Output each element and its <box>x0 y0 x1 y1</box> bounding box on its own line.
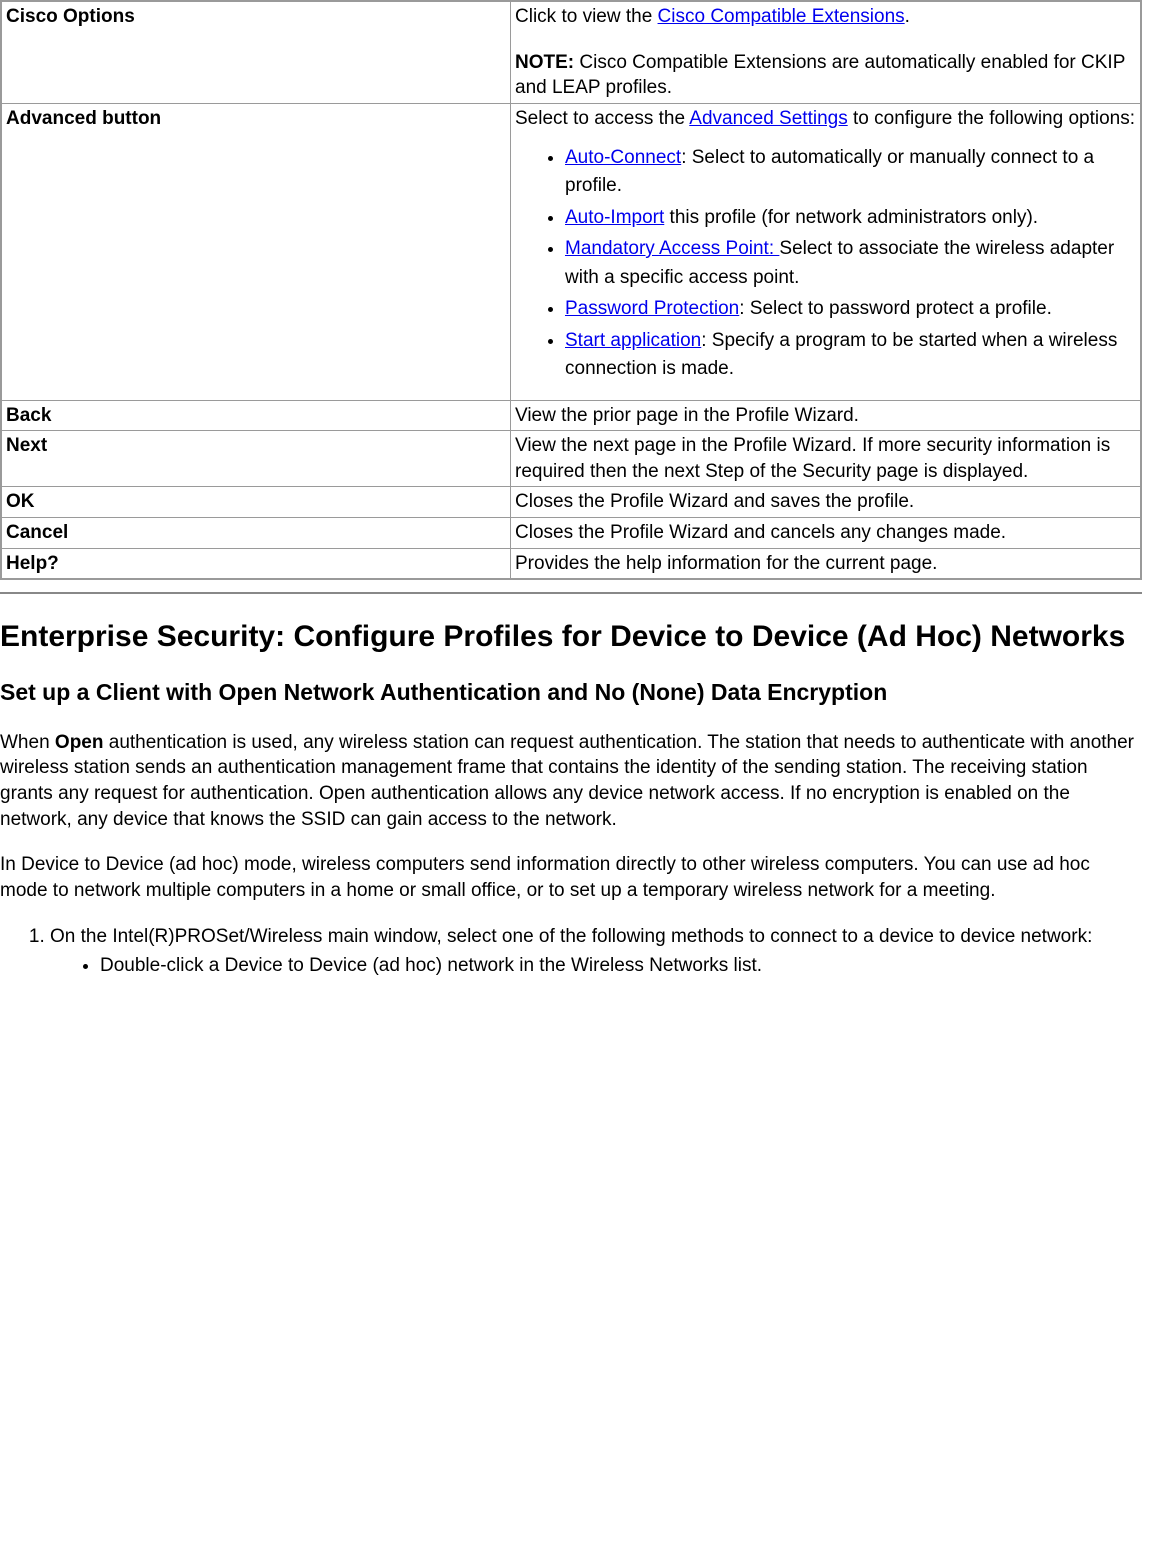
cell-label: OK <box>1 487 511 518</box>
cell-label: Cisco Options <box>1 1 511 103</box>
sub-bullets: Double-click a Device to Device (ad hoc)… <box>50 953 1142 979</box>
cisco-extensions-link[interactable]: Cisco Compatible Extensions <box>658 6 905 27</box>
desc-text: . <box>905 6 910 27</box>
section-heading: Enterprise Security: Configure Profiles … <box>0 618 1142 656</box>
mandatory-ap-link[interactable]: Mandatory Access Point: <box>565 238 779 259</box>
paragraph-open-auth: When Open authentication is used, any wi… <box>0 730 1142 833</box>
options-table: Cisco Options Click to view the Cisco Co… <box>0 0 1142 580</box>
steps-list: On the Intel(R)PROSet/Wireless main wind… <box>0 924 1142 979</box>
cell-desc: Closes the Profile Wizard and cancels an… <box>511 518 1142 549</box>
cell-label: Help? <box>1 548 511 579</box>
table-row: OK Closes the Profile Wizard and saves t… <box>1 487 1141 518</box>
para-text: authentication is used, any wireless sta… <box>0 732 1134 830</box>
cell-desc: Closes the Profile Wizard and saves the … <box>511 487 1142 518</box>
cell-label: Advanced button <box>1 103 511 400</box>
cell-desc: View the next page in the Profile Wizard… <box>511 431 1142 487</box>
list-item: Auto-Connect: Select to automatically or… <box>565 144 1136 201</box>
para-text: When <box>0 732 55 753</box>
start-application-link[interactable]: Start application <box>565 330 701 351</box>
cell-desc: Provides the help information for the cu… <box>511 548 1142 579</box>
step-text: On the Intel(R)PROSet/Wireless main wind… <box>50 926 1092 947</box>
list-item: Auto-Import this profile (for network ad… <box>565 204 1136 233</box>
cell-label: Next <box>1 431 511 487</box>
sub-bullet-item: Double-click a Device to Device (ad hoc)… <box>100 953 1142 979</box>
table-row: Next View the next page in the Profile W… <box>1 431 1141 487</box>
cell-label: Cancel <box>1 518 511 549</box>
section-divider <box>0 592 1142 594</box>
desc-text: Click to view the <box>515 6 658 27</box>
note-block: NOTE: Cisco Compatible Extensions are au… <box>515 50 1136 101</box>
auto-connect-link[interactable]: Auto-Connect <box>565 147 681 168</box>
cell-label: Back <box>1 400 511 431</box>
note-text: Cisco Compatible Extensions are automati… <box>515 52 1125 99</box>
list-item: Password Protection: Select to password … <box>565 295 1136 324</box>
para-bold: Open <box>55 732 104 753</box>
step-item: On the Intel(R)PROSet/Wireless main wind… <box>50 924 1142 979</box>
table-row: Advanced button Select to access the Adv… <box>1 103 1141 400</box>
paragraph-adhoc: In Device to Device (ad hoc) mode, wirel… <box>0 852 1142 903</box>
desc-text: to configure the following options: <box>848 108 1135 129</box>
advanced-settings-link[interactable]: Advanced Settings <box>689 108 847 129</box>
table-row: Cisco Options Click to view the Cisco Co… <box>1 1 1141 103</box>
list-item-text: : Select to password protect a profile. <box>739 298 1052 319</box>
password-protection-link[interactable]: Password Protection <box>565 298 739 319</box>
advanced-options-list: Auto-Connect: Select to automatically or… <box>515 144 1136 384</box>
cell-desc: View the prior page in the Profile Wizar… <box>511 400 1142 431</box>
cell-desc: Click to view the Cisco Compatible Exten… <box>511 1 1142 103</box>
table-row: Back View the prior page in the Profile … <box>1 400 1141 431</box>
table-row: Cancel Closes the Profile Wizard and can… <box>1 518 1141 549</box>
list-item-text: this profile (for network administrators… <box>664 207 1038 228</box>
cell-desc: Select to access the Advanced Settings t… <box>511 103 1142 400</box>
list-item: Mandatory Access Point: Select to associ… <box>565 235 1136 292</box>
auto-import-link[interactable]: Auto-Import <box>565 207 664 228</box>
note-label: NOTE: <box>515 52 574 73</box>
list-item: Start application: Specify a program to … <box>565 327 1136 384</box>
sub-heading: Set up a Client with Open Network Authen… <box>0 678 1142 708</box>
table-row: Help? Provides the help information for … <box>1 548 1141 579</box>
desc-text: Select to access the <box>515 108 689 129</box>
